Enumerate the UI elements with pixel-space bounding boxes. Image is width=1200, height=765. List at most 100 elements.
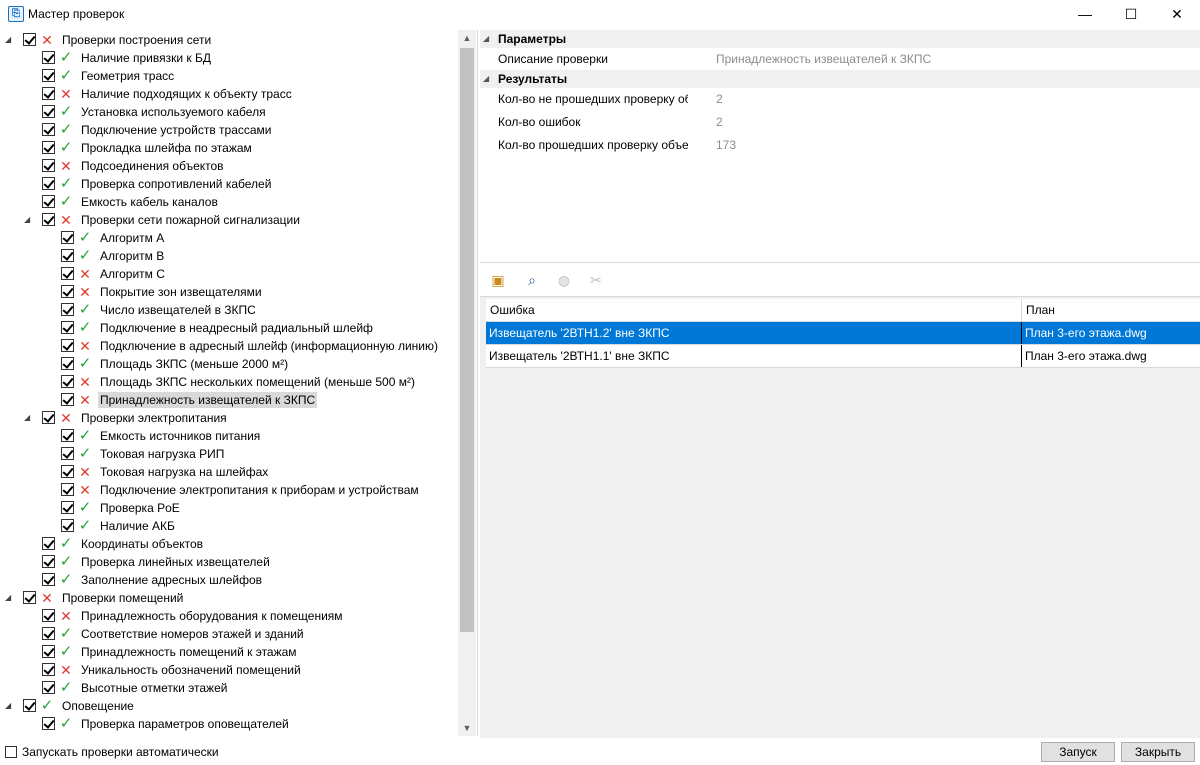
tree-item[interactable]: ◢ ✕ Проверки электропитания bbox=[0, 409, 458, 427]
tree-item-checkbox[interactable] bbox=[42, 177, 55, 190]
table-row[interactable]: Извещатель '2ВТН1.2' вне ЗКПС План 3-его… bbox=[486, 322, 1200, 345]
expand-arrow-icon[interactable]: ◢ bbox=[5, 592, 15, 604]
description-row[interactable]: Описание проверки Принадлежность извещат… bbox=[480, 48, 1200, 70]
expand-arrow-icon[interactable]: ◢ bbox=[24, 214, 34, 226]
tree-item-checkbox[interactable] bbox=[61, 285, 74, 298]
zoom-to-object-icon[interactable]: ⌕ bbox=[522, 270, 542, 290]
expanded-icon[interactable]: ◢ bbox=[483, 30, 489, 48]
error-cell[interactable]: Извещатель '2ВТН1.1' вне ЗКПС bbox=[486, 345, 1022, 367]
tree-item[interactable]: ✓ Число извещателей в ЗКПС bbox=[0, 301, 458, 319]
params-category[interactable]: ◢ Параметры bbox=[480, 30, 1200, 48]
tree-item-checkbox[interactable] bbox=[61, 339, 74, 352]
auto-run-checkbox[interactable] bbox=[5, 746, 17, 758]
tree-item[interactable]: ✓ Подключение устройств трассами bbox=[0, 121, 458, 139]
tree-item-checkbox[interactable] bbox=[42, 555, 55, 568]
tree-item-checkbox[interactable] bbox=[61, 519, 74, 532]
tree-item[interactable]: ✓ Подключение в неадресный радиальный шле… bbox=[0, 319, 458, 337]
tree-item-checkbox[interactable] bbox=[61, 267, 74, 280]
results-category[interactable]: ◢ Результаты bbox=[480, 70, 1200, 88]
tree-item[interactable]: ✕ Принадлежность извещателей к ЗКПС bbox=[0, 391, 458, 409]
tree-item-checkbox[interactable] bbox=[42, 141, 55, 154]
tree-item-checkbox[interactable] bbox=[42, 195, 55, 208]
tree-item[interactable]: ✕ Уникальность обозначений помещений bbox=[0, 661, 458, 679]
tree-item-checkbox[interactable] bbox=[42, 573, 55, 586]
expand-arrow-icon[interactable]: ◢ bbox=[24, 412, 34, 424]
tree-item-checkbox[interactable] bbox=[42, 123, 55, 136]
tree-item[interactable]: ✓ Площадь ЗКПС (меньше 2000 м²) bbox=[0, 355, 458, 373]
table-row[interactable]: Извещатель '2ВТН1.1' вне ЗКПС План 3-его… bbox=[486, 345, 1200, 368]
tree-item-checkbox[interactable] bbox=[42, 645, 55, 658]
close-window-button[interactable]: ✕ bbox=[1154, 0, 1200, 28]
tree-item-checkbox[interactable] bbox=[23, 591, 36, 604]
tree-item[interactable]: ◢ ✕ Проверки помещений bbox=[0, 589, 458, 607]
tree-item-checkbox[interactable] bbox=[61, 447, 74, 460]
error-cell[interactable]: Извещатель '2ВТН1.2' вне ЗКПС bbox=[486, 322, 1022, 344]
tree-item-checkbox[interactable] bbox=[61, 249, 74, 262]
tree-item-checkbox[interactable] bbox=[42, 609, 55, 622]
tree-item[interactable]: ◢ ✓ Оповещение bbox=[0, 697, 458, 715]
tree-item[interactable]: ✕ Подсоединения объектов bbox=[0, 157, 458, 175]
tree-item-checkbox[interactable] bbox=[42, 51, 55, 64]
tree-item[interactable]: ◢ ✕ Проверки построения сети bbox=[0, 31, 458, 49]
tree-item-checkbox[interactable] bbox=[23, 699, 36, 712]
scroll-down-icon[interactable]: ▼ bbox=[458, 720, 476, 736]
result-row[interactable]: Кол-во не прошедших проверку об... 2 bbox=[480, 88, 1200, 110]
tree-item-checkbox[interactable] bbox=[42, 717, 55, 730]
tree-scrollbar[interactable]: ▲ ▼ bbox=[458, 30, 476, 736]
scroll-up-icon[interactable]: ▲ bbox=[458, 30, 476, 46]
tree-item-checkbox[interactable] bbox=[61, 429, 74, 442]
tree-item-checkbox[interactable] bbox=[42, 411, 55, 424]
tree-item[interactable]: ✕ Площадь ЗКПС нескольких помещений (мень… bbox=[0, 373, 458, 391]
tree-item[interactable]: ✓ Проверка параметров оповещателей bbox=[0, 715, 458, 733]
tree-item[interactable]: ✕ Покрытие зон извещателями bbox=[0, 283, 458, 301]
run-button[interactable]: Запуск bbox=[1041, 742, 1115, 762]
tree-item[interactable]: ✓ Емкость кабель каналов bbox=[0, 193, 458, 211]
tree-item-checkbox[interactable] bbox=[42, 213, 55, 226]
tree-item[interactable]: ✕ Подключение электропитания к приборам и… bbox=[0, 481, 458, 499]
tree-item-checkbox[interactable] bbox=[61, 321, 74, 334]
tree-item[interactable]: ✓ Геометрия трасс bbox=[0, 67, 458, 85]
tree-item[interactable]: ✓ Алгоритм В bbox=[0, 247, 458, 265]
tree-item[interactable]: ✓ Токовая нагрузка РИП bbox=[0, 445, 458, 463]
auto-run-label[interactable]: Запускать проверки автоматически bbox=[22, 745, 219, 759]
tree-item[interactable]: ✓ Алгоритм А bbox=[0, 229, 458, 247]
plan-cell[interactable]: План 3-его этажа.dwg bbox=[1022, 345, 1200, 367]
tree-item-checkbox[interactable] bbox=[61, 501, 74, 514]
fix-tools-icon[interactable]: ✂ bbox=[586, 270, 606, 290]
tree-item[interactable]: ✓ Соответствие номеров этажей и зданий bbox=[0, 625, 458, 643]
tree-item-checkbox[interactable] bbox=[61, 483, 74, 496]
tree-item-checkbox[interactable] bbox=[42, 159, 55, 172]
maximize-button[interactable]: ☐ bbox=[1108, 0, 1154, 28]
tree-item[interactable]: ✓ Наличие привязки к БД bbox=[0, 49, 458, 67]
tree-item[interactable]: ✓ Прокладка шлейфа по этажам bbox=[0, 139, 458, 157]
tree-item-checkbox[interactable] bbox=[61, 465, 74, 478]
tree-item-checkbox[interactable] bbox=[42, 537, 55, 550]
column-header-plan[interactable]: План bbox=[1022, 299, 1200, 321]
result-row[interactable]: Кол-во прошедших проверку объек... 173 bbox=[480, 134, 1200, 156]
expand-arrow-icon[interactable]: ◢ bbox=[5, 34, 15, 46]
tree-item-checkbox[interactable] bbox=[42, 69, 55, 82]
tree-item-checkbox[interactable] bbox=[42, 627, 55, 640]
tree-item-checkbox[interactable] bbox=[42, 663, 55, 676]
tree-item[interactable]: ✓ Координаты объектов bbox=[0, 535, 458, 553]
tree-item[interactable]: ✓ Высотные отметки этажей bbox=[0, 679, 458, 697]
tree-item-checkbox[interactable] bbox=[23, 33, 36, 46]
tree-item[interactable]: ✕ Подключение в адресный шлейф (информаци… bbox=[0, 337, 458, 355]
tree-item[interactable]: ✕ Наличие подходящих к объекту трасс bbox=[0, 85, 458, 103]
database-icon[interactable]: ◍ bbox=[554, 270, 574, 290]
tree-item-checkbox[interactable] bbox=[61, 375, 74, 388]
tree-item-checkbox[interactable] bbox=[61, 303, 74, 316]
tree-item-checkbox[interactable] bbox=[61, 231, 74, 244]
result-row[interactable]: Кол-во ошибок 2 bbox=[480, 111, 1200, 133]
tree-item-checkbox[interactable] bbox=[42, 105, 55, 118]
expanded-icon[interactable]: ◢ bbox=[483, 70, 489, 88]
tree-item[interactable]: ✓ Проверка PoE bbox=[0, 499, 458, 517]
tree-item[interactable]: ✓ Установка используемого кабеля bbox=[0, 103, 458, 121]
tree-item-checkbox[interactable] bbox=[61, 393, 74, 406]
tree-item[interactable]: ✓ Проверка сопротивлений кабелей bbox=[0, 175, 458, 193]
plan-cell[interactable]: План 3-его этажа.dwg bbox=[1022, 322, 1200, 344]
tree-item[interactable]: ✓ Емкость источников питания bbox=[0, 427, 458, 445]
expand-arrow-icon[interactable]: ◢ bbox=[5, 700, 15, 712]
tree-item-checkbox[interactable] bbox=[42, 87, 55, 100]
scroll-thumb[interactable] bbox=[460, 48, 474, 632]
